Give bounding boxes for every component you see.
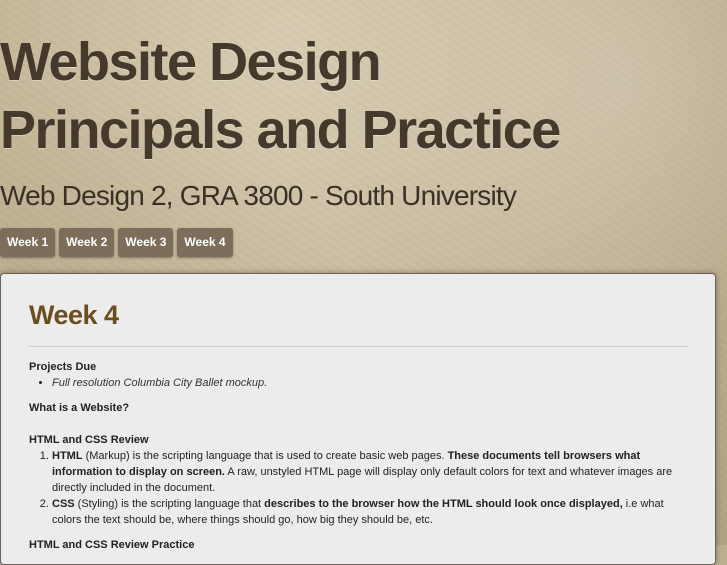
- nav-week-4-button[interactable]: Week 4: [177, 228, 233, 257]
- projects-due-item: Full resolution Columbia City Ballet moc…: [52, 377, 268, 389]
- list-item: HTML (Markup) is the scripting language …: [52, 448, 689, 496]
- week-heading: Week 4: [29, 300, 119, 330]
- what-is-website-label: What is a Website?: [29, 402, 130, 414]
- week-content: Projects Due Full resolution Columbia Ci…: [29, 359, 689, 553]
- review-text: (Styling) is the scripting language that: [74, 498, 265, 510]
- nav-week-1-button[interactable]: Week 1: [0, 228, 56, 257]
- review-list: HTML (Markup) is the scripting language …: [29, 448, 689, 528]
- html-css-review-label: HTML and CSS Review: [29, 434, 149, 446]
- review-text: (Markup) is the scripting language that …: [82, 450, 448, 462]
- week-nav: Week 1 Week 2 Week 3 Week 4: [0, 228, 233, 257]
- projects-due-label: Projects Due: [29, 361, 97, 373]
- review-term: HTML: [52, 450, 83, 462]
- nav-week-3-button[interactable]: Week 3: [118, 228, 174, 257]
- nav-week-2-button[interactable]: Week 2: [59, 228, 115, 257]
- site-title-line-2: Principals and Practice: [0, 100, 561, 160]
- site-title-line-1: Website Design: [0, 32, 382, 92]
- review-practice-label: HTML and CSS Review Practice: [29, 539, 195, 551]
- heading-divider: [29, 346, 689, 347]
- list-item: Full resolution Columbia City Ballet moc…: [52, 375, 689, 391]
- review-term: CSS: [52, 498, 75, 510]
- site-title: Website Design Principals and Practice: [0, 28, 727, 164]
- review-emphasis: describes to the browser how the HTML sh…: [264, 498, 623, 510]
- projects-due-list: Full resolution Columbia City Ballet moc…: [29, 375, 689, 391]
- list-item: CSS (Styling) is the scripting language …: [52, 496, 689, 528]
- content-panel: Week 4 Projects Due Full resolution Colu…: [0, 273, 716, 565]
- site-subtitle: Web Design 2, GRA 3800 - South Universit…: [0, 180, 517, 211]
